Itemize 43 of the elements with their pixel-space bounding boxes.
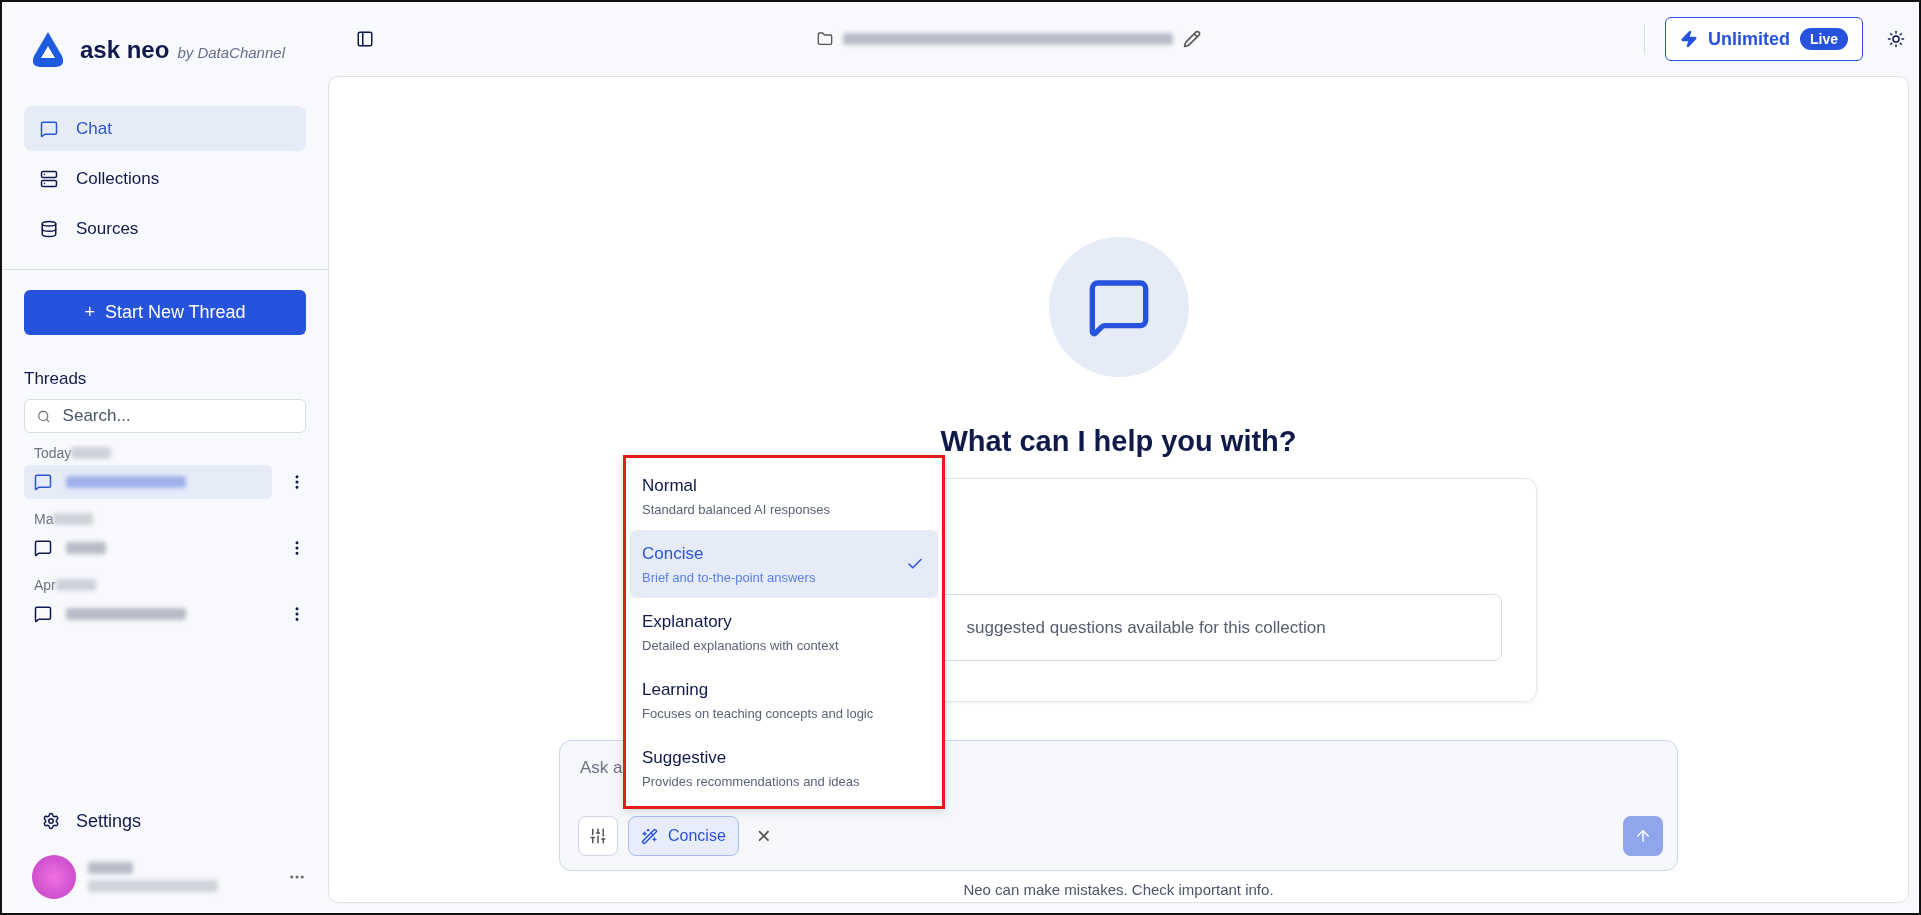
menu-item[interactable]: Suggestive Provides recommendations and ideas <box>630 734 938 802</box>
user-avatar <box>32 855 76 899</box>
stack-icon <box>40 169 58 188</box>
chat-icon <box>34 473 52 491</box>
menu-item[interactable]: Concise Brief and to-the-point answers <box>630 530 938 598</box>
nav-item[interactable]: Chat <box>24 106 306 151</box>
settings-item[interactable]: Settings <box>42 801 288 841</box>
chat-icon <box>40 119 58 138</box>
empty-heading: What can I help you with? <box>940 425 1297 458</box>
nav-item[interactable]: Collections <box>24 156 306 201</box>
sliders-icon <box>589 827 607 845</box>
search-input[interactable]: Search... <box>60 405 293 427</box>
database-icon <box>40 219 58 238</box>
nav-item[interactable]: Sources <box>24 206 306 251</box>
sidebar-toggle-icon[interactable] <box>356 30 374 48</box>
blurred-text <box>55 579 96 591</box>
search-icon <box>37 408 51 424</box>
theme-icon[interactable] <box>1887 30 1905 48</box>
settings-button[interactable] <box>578 816 618 856</box>
chat-icon <box>34 605 52 623</box>
footer-note: Neo can make mistakes. Check important info. <box>963 881 1274 898</box>
group-label: Apr <box>34 577 56 593</box>
lightning-icon <box>1679 30 1698 48</box>
new-thread-button[interactable]: + Start New Thread <box>24 290 306 335</box>
mode-chip[interactable]: Concise <box>628 816 739 856</box>
blurred-text <box>88 862 133 874</box>
clear-button[interactable]: × <box>748 822 779 850</box>
edit-icon[interactable] <box>1183 30 1201 48</box>
menu-item[interactable]: Normal Standard balanced AI responses <box>630 462 938 530</box>
blurred-text <box>71 447 112 459</box>
brand-name: ask neo <box>80 36 170 64</box>
magic-wand-icon <box>641 827 658 845</box>
menu-item[interactable]: Learning Focuses on teaching concepts and logic <box>630 666 938 734</box>
settings-icon <box>42 812 60 830</box>
chat-icon <box>34 539 52 557</box>
plan-button[interactable]: Unlimited Live <box>1664 17 1863 61</box>
search-field[interactable]: Search... <box>24 399 306 433</box>
group-label: Today <box>34 445 72 461</box>
group-label: Ma <box>34 511 54 527</box>
brand-byline: by DataChannel <box>177 44 285 61</box>
blurred-text <box>53 513 94 525</box>
threads-title: Threads <box>24 369 88 389</box>
folder-icon <box>817 31 833 47</box>
